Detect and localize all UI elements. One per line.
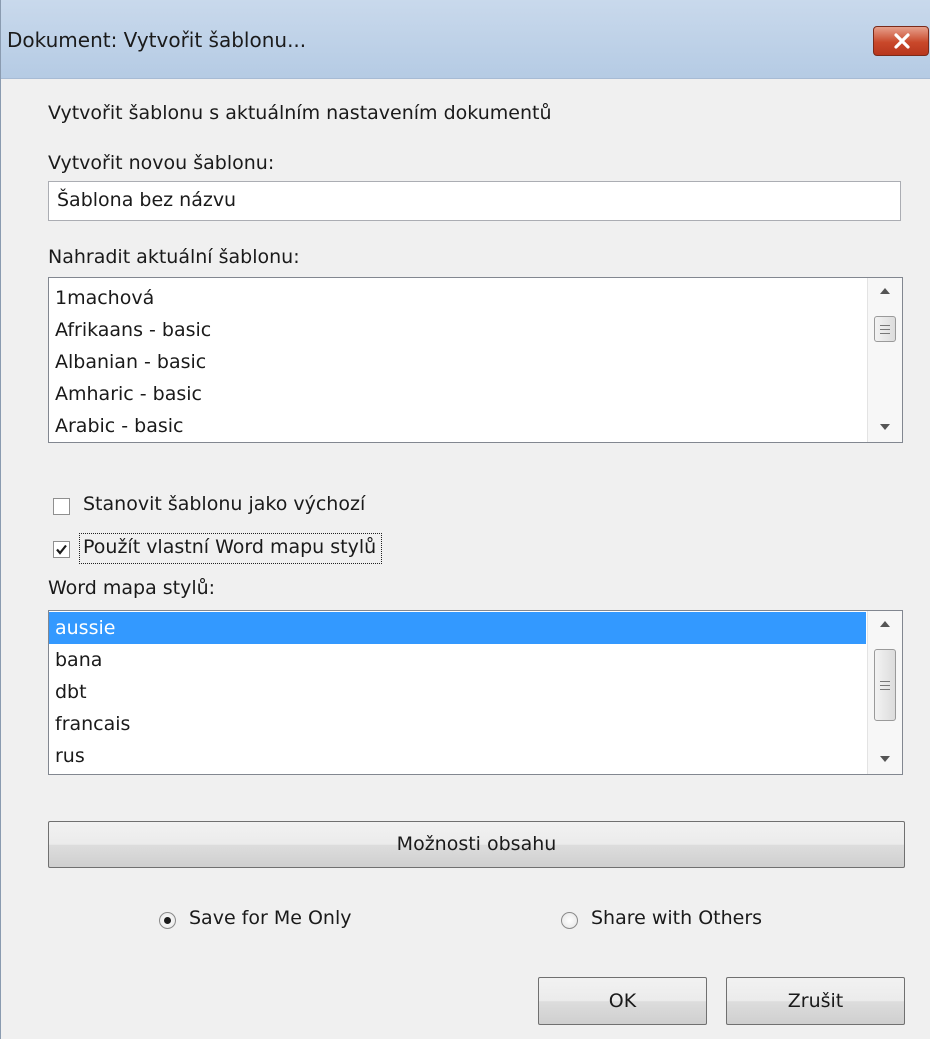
content-options-button[interactable]: Možnosti obsahu: [48, 821, 905, 868]
template-list-item[interactable]: Arabic - basic: [49, 410, 866, 442]
word-map-list-item-selected[interactable]: aussie: [49, 612, 866, 644]
scroll-thumb[interactable]: [874, 649, 896, 721]
intro-text: Vytvořit šablonu s aktuálním nastavením …: [48, 102, 552, 124]
template-listbox[interactable]: 1machová Afrikaans - basic Albanian - ba…: [48, 277, 903, 443]
close-icon: [894, 33, 910, 49]
template-list-item[interactable]: Albanian - basic: [49, 346, 866, 378]
template-list-item[interactable]: 1machová: [49, 282, 866, 314]
new-template-label: Vytvořit novou šablonu:: [48, 152, 275, 174]
scroll-down-icon: [880, 756, 890, 762]
default-template-checkbox[interactable]: [53, 498, 70, 515]
checkmark-icon: [56, 544, 67, 555]
scroll-up-icon: [880, 621, 890, 627]
scroll-up-icon: [880, 288, 890, 294]
scroll-up-button[interactable]: [868, 278, 902, 306]
word-map-list-item[interactable]: rus: [49, 740, 866, 772]
new-template-input[interactable]: Šablona bez názvu: [48, 181, 901, 221]
template-scrollbar[interactable]: [867, 278, 902, 442]
template-list-item[interactable]: Amharic - basic: [49, 378, 866, 410]
custom-word-map-label[interactable]: Použít vlastní Word mapu stylů: [83, 536, 376, 558]
close-button[interactable]: [873, 26, 929, 56]
share-with-others-label[interactable]: Share with Others: [591, 907, 762, 929]
cancel-button[interactable]: Zrušit: [726, 977, 905, 1025]
dialog-window: Dokument: Vytvořit šablonu... Vytvořit š…: [0, 0, 930, 1039]
scroll-down-button[interactable]: [868, 746, 902, 774]
scroll-up-button[interactable]: [868, 611, 902, 639]
default-template-label[interactable]: Stanovit šablonu jako výchozí: [83, 493, 365, 515]
word-map-listbox[interactable]: aussie bana dbt francais rus: [48, 610, 903, 775]
custom-word-map-checkbox[interactable]: [53, 541, 70, 558]
save-for-me-radio[interactable]: [159, 912, 176, 929]
word-map-label: Word mapa stylů:: [48, 577, 216, 599]
scroll-down-icon: [880, 424, 890, 430]
template-list-item[interactable]: Afrikaans - basic: [49, 314, 866, 346]
ok-button[interactable]: OK: [538, 977, 707, 1025]
share-with-others-radio[interactable]: [561, 912, 578, 929]
title-bar[interactable]: Dokument: Vytvořit šablonu...: [1, 0, 930, 79]
word-map-list-item[interactable]: bana: [49, 644, 866, 676]
replace-template-label: Nahradit aktuální šablonu:: [48, 246, 300, 268]
scroll-thumb[interactable]: [874, 316, 896, 342]
word-map-list-item[interactable]: dbt: [49, 676, 866, 708]
word-map-list-item[interactable]: francais: [49, 708, 866, 740]
scroll-down-button[interactable]: [868, 414, 902, 442]
word-map-scrollbar[interactable]: [867, 611, 902, 774]
save-for-me-label[interactable]: Save for Me Only: [189, 907, 351, 929]
window-title: Dokument: Vytvořit šablonu...: [7, 28, 307, 52]
dialog-body: Vytvořit šablonu s aktuálním nastavením …: [1, 78, 930, 1039]
